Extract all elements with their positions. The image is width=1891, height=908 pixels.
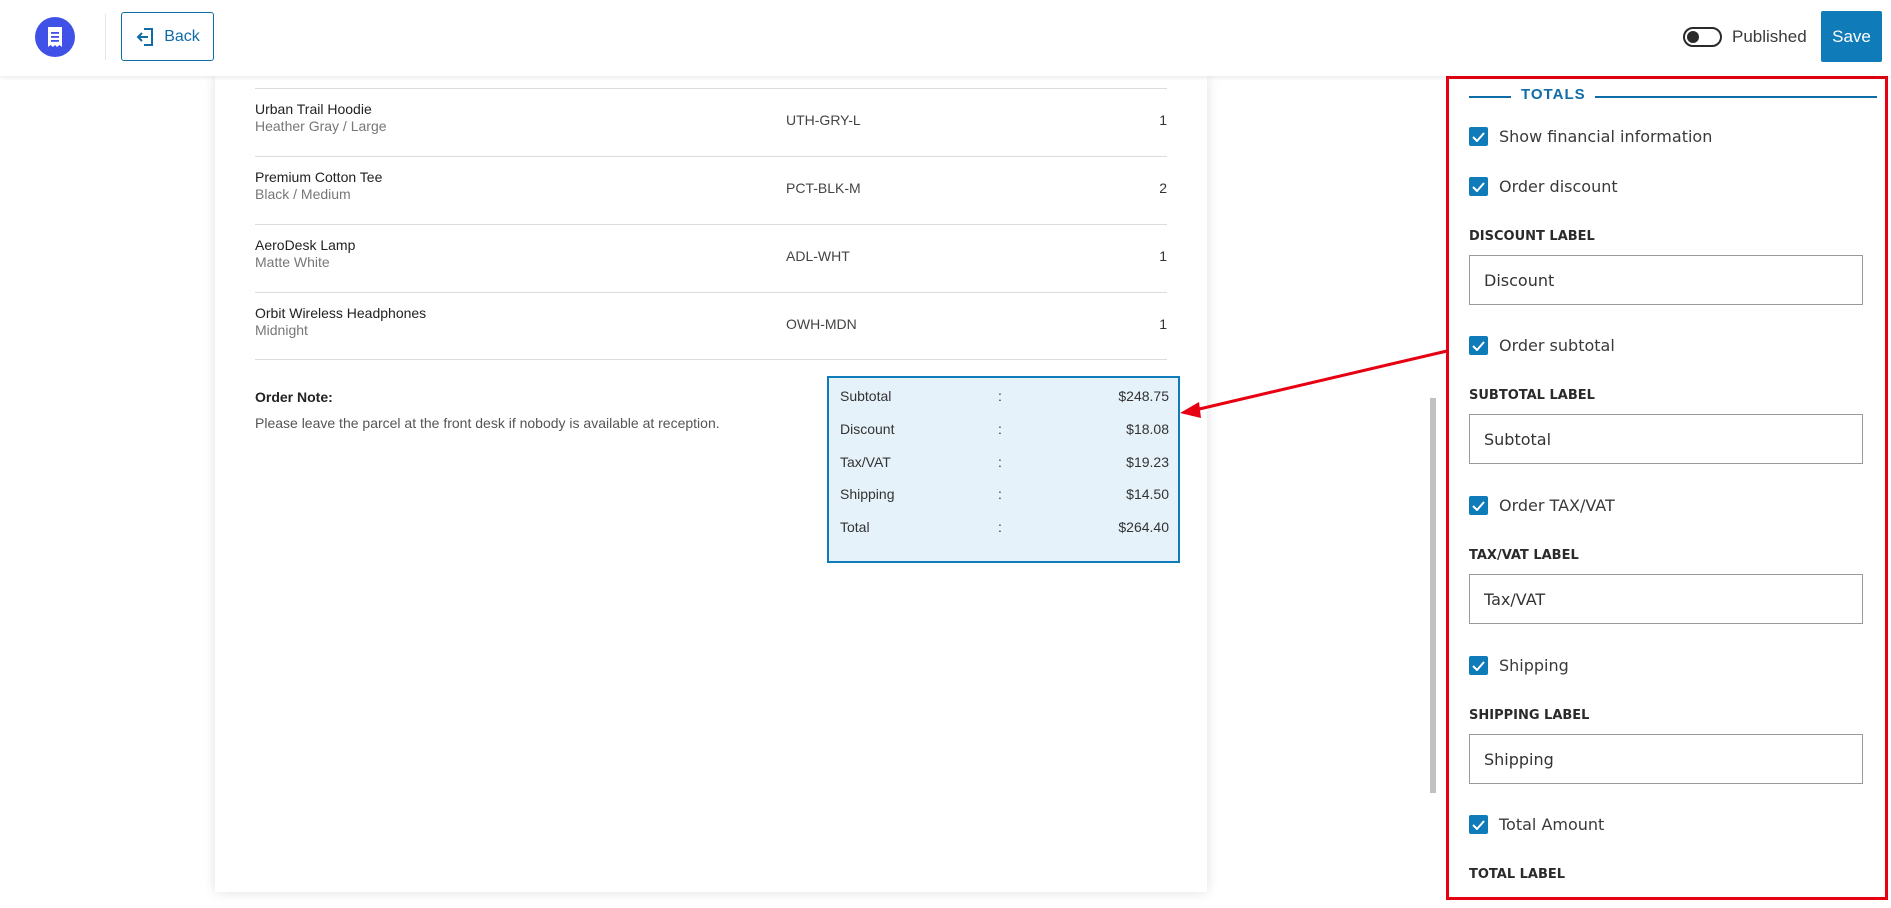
item-sku: UTH-GRY-L	[786, 112, 861, 128]
totals-row-tax: Tax/VAT : $19.23	[840, 454, 1169, 474]
item-name: Premium Cotton Tee	[255, 169, 383, 185]
item-qty: 1	[1159, 112, 1167, 128]
subtotal-label-input[interactable]	[1469, 414, 1863, 464]
checkmark-icon	[1472, 500, 1485, 511]
back-button[interactable]: Back	[121, 12, 214, 61]
published-label: Published	[1732, 27, 1807, 46]
item-variant: Black / Medium	[255, 186, 351, 202]
section-title-totals: TOTALS	[1469, 86, 1877, 106]
item-qty: 1	[1159, 248, 1167, 264]
checkbox-checked[interactable]	[1469, 177, 1488, 196]
total-separator: :	[998, 388, 1002, 404]
receipt-icon	[48, 27, 62, 47]
table-row: Urban Trail Hoodie Heather Gray / Large …	[255, 88, 1167, 156]
total-separator: :	[998, 519, 1002, 535]
order-tax-label: Order TAX/VAT	[1499, 496, 1615, 515]
item-name: AeroDesk Lamp	[255, 237, 356, 253]
invoice-canvas: Urban Trail Hoodie Heather Gray / Large …	[0, 76, 1436, 908]
show-financial-checkbox[interactable]: Show financial information	[1469, 127, 1712, 146]
section-title-text: TOTALS	[1521, 86, 1586, 103]
app-logo[interactable]	[35, 17, 75, 57]
item-sku: ADL-WHT	[786, 248, 850, 264]
total-label: Tax/VAT	[840, 454, 891, 470]
shipping-label-input[interactable]	[1469, 734, 1863, 784]
total-value: $19.23	[1126, 454, 1169, 470]
total-label: Shipping	[840, 486, 895, 502]
total-label: Total	[840, 519, 870, 535]
item-qty: 2	[1159, 180, 1167, 196]
total-label: Subtotal	[840, 388, 892, 404]
save-button[interactable]: Save	[1821, 11, 1882, 62]
line-items: Urban Trail Hoodie Heather Gray / Large …	[255, 88, 1167, 360]
order-note-title: Order Note:	[255, 389, 333, 405]
totals-row-subtotal: Subtotal : $248.75	[840, 388, 1169, 408]
discount-label-input[interactable]	[1469, 255, 1863, 305]
totals-row-shipping: Shipping : $14.50	[840, 486, 1169, 506]
total-value: $14.50	[1126, 486, 1169, 502]
totals-row-discount: Discount : $18.08	[840, 421, 1169, 441]
total-separator: :	[998, 421, 1002, 437]
table-row: Premium Cotton Tee Black / Medium PCT-BL…	[255, 156, 1167, 224]
checkbox-checked[interactable]	[1469, 127, 1488, 146]
item-variant: Matte White	[255, 254, 330, 270]
total-label: Discount	[840, 421, 895, 437]
checkmark-icon	[1472, 181, 1485, 192]
total-value: $248.75	[1118, 388, 1169, 404]
table-row: Orbit Wireless Headphones Midnight OWH-M…	[255, 292, 1167, 360]
checkbox-checked[interactable]	[1469, 815, 1488, 834]
item-name: Urban Trail Hoodie	[255, 101, 372, 117]
subtotal-label-heading: SUBTOTAL LABEL	[1469, 388, 1595, 403]
item-sku: PCT-BLK-M	[786, 180, 861, 196]
total-amount-checkbox[interactable]: Total Amount	[1469, 815, 1604, 834]
shipping-label: Shipping	[1499, 656, 1569, 675]
table-row: AeroDesk Lamp Matte White ADL-WHT 1	[255, 224, 1167, 292]
total-amount-label: Total Amount	[1499, 815, 1605, 834]
show-financial-label: Show financial information	[1499, 127, 1713, 146]
top-bar: Back Published Save	[0, 0, 1891, 76]
item-variant: Heather Gray / Large	[255, 118, 387, 134]
shipping-checkbox[interactable]: Shipping	[1469, 656, 1569, 675]
order-subtotal-checkbox[interactable]: Order subtotal	[1469, 336, 1615, 355]
order-note: Order Note: Please leave the parcel at t…	[255, 389, 775, 431]
exit-arrow-icon	[136, 27, 154, 46]
discount-label-heading: DISCOUNT LABEL	[1469, 229, 1595, 244]
section-rule-left	[1469, 96, 1511, 98]
settings-panel: TOTALS Show financial information Order …	[1447, 76, 1891, 908]
tax-label-heading: TAX/VAT LABEL	[1469, 548, 1579, 563]
canvas-scrollbar[interactable]	[1430, 398, 1436, 793]
item-variant: Midnight	[255, 322, 308, 338]
checkmark-icon	[1472, 131, 1485, 142]
order-note-text: Please leave the parcel at the front des…	[255, 415, 720, 431]
checkbox-checked[interactable]	[1469, 656, 1488, 675]
tax-label-input[interactable]	[1469, 574, 1863, 624]
totals-row-total: Total : $264.40	[840, 519, 1169, 539]
order-subtotal-label: Order subtotal	[1499, 336, 1615, 355]
totals-box[interactable]: Subtotal : $248.75 Discount : $18.08 Tax…	[827, 376, 1180, 563]
total-value: $264.40	[1118, 519, 1169, 535]
total-separator: :	[998, 486, 1002, 502]
item-name: Orbit Wireless Headphones	[255, 305, 427, 321]
total-separator: :	[998, 454, 1002, 470]
back-button-label: Back	[164, 27, 200, 45]
shipping-label-heading: SHIPPING LABEL	[1469, 708, 1590, 723]
order-tax-checkbox[interactable]: Order TAX/VAT	[1469, 496, 1615, 515]
checkbox-checked[interactable]	[1469, 496, 1488, 515]
order-discount-label: Order discount	[1499, 177, 1618, 196]
section-rule-right	[1595, 96, 1877, 98]
total-value: $18.08	[1126, 421, 1169, 437]
item-sku: OWH-MDN	[786, 316, 857, 332]
order-discount-checkbox[interactable]: Order discount	[1469, 177, 1618, 196]
header-divider	[105, 14, 106, 60]
checkbox-checked[interactable]	[1469, 336, 1488, 355]
checkmark-icon	[1472, 340, 1485, 351]
total-label-heading: TOTAL LABEL	[1469, 867, 1566, 882]
checkmark-icon	[1472, 660, 1485, 671]
item-qty: 1	[1159, 316, 1167, 332]
checkmark-icon	[1472, 819, 1485, 830]
toggle-knob	[1687, 31, 1699, 43]
published-toggle[interactable]	[1683, 27, 1722, 47]
